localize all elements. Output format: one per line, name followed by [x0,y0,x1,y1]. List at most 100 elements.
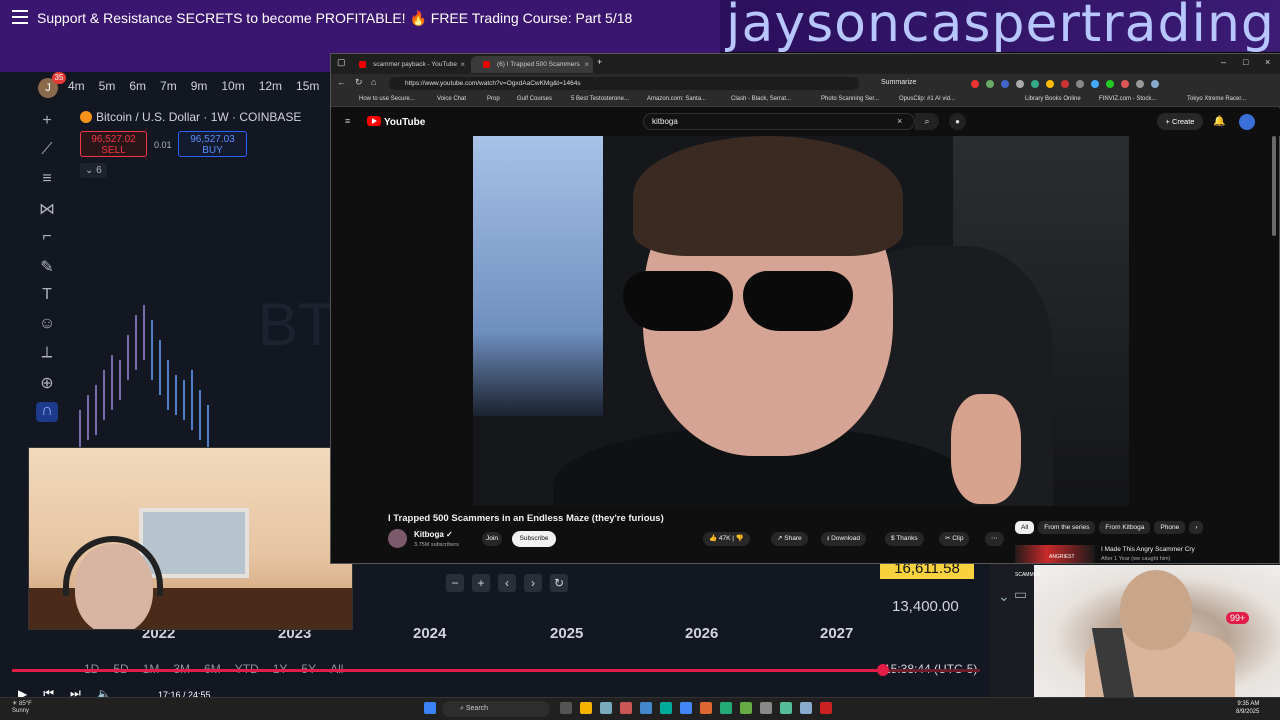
maximize-button[interactable]: □ [1243,57,1248,67]
home-icon[interactable]: ⌂ [371,77,376,87]
subscribe-button[interactable]: Subscribe [512,531,556,547]
close-icon[interactable]: × [460,60,465,69]
download-button[interactable]: ⭳ Download [821,532,867,546]
channel-avatar[interactable] [388,529,407,548]
chip-from-kitboga[interactable]: From Kitboga [1099,521,1151,534]
folder-icon[interactable]: ▭ [1014,586,1027,603]
extension-icon[interactable] [1136,80,1144,88]
fib-icon[interactable]: ≡ [36,170,58,190]
summarize-button[interactable]: Summarize [881,79,916,86]
task-view-icon[interactable] [560,702,572,714]
thumbs-down-icon[interactable]: 👎 [736,535,744,542]
page-scrollbar[interactable] [1272,136,1276,236]
extension-icon[interactable] [1016,80,1024,88]
extension-icon[interactable] [1001,80,1009,88]
menu-icon[interactable] [12,10,28,24]
system-clock[interactable]: 9:35 AM 8/9/2025 [1236,700,1259,716]
zoom-out-button[interactable]: − [446,574,464,592]
bookmark-item[interactable]: FINVIZ.com - Stock... [1099,96,1156,102]
timeframe-7m[interactable]: 7m [160,79,177,93]
like-button[interactable]: 👍 47K | 👎 [703,532,750,546]
back-icon[interactable]: ← [337,77,346,87]
extension-icon[interactable] [1061,80,1069,88]
menu-icon[interactable]: ≡ [345,116,350,126]
app-icon[interactable] [820,702,832,714]
zoom-icon[interactable]: ⊕ [36,373,58,393]
bookmark-item[interactable]: How to use Secure... [359,96,415,102]
bookmark-item[interactable]: Gulf Courses [517,96,552,102]
youtube-logo[interactable]: YouTube [367,116,425,128]
app-icon[interactable] [700,702,712,714]
bookmark-item[interactable]: Clash - Black, Serrat... [731,96,791,102]
projection-icon[interactable]: ⌐ [36,228,58,248]
chip-all[interactable]: All [1015,521,1035,534]
channel-name[interactable]: Kitboga ✓ [414,530,453,539]
bookmark-item[interactable]: Photo Scanning Ser... [821,96,879,102]
crosshair-icon[interactable]: + [36,112,58,132]
timeframe-4m[interactable]: 4m [68,79,85,93]
app-icon[interactable] [640,702,652,714]
window-menu-icon[interactable]: ▢ [337,57,346,68]
close-icon[interactable]: × [584,60,589,69]
sell-button[interactable]: 96,527.02 SELL [80,131,147,157]
file-explorer-icon[interactable] [580,702,592,714]
chevron-right-icon[interactable]: › [1189,521,1204,534]
clear-search-icon[interactable]: × [897,116,902,126]
edge-icon[interactable] [660,702,672,714]
account-avatar[interactable] [1239,114,1255,130]
url-field[interactable]: https://www.youtube.com/watch?v=OgxdAaCw… [389,77,859,90]
symbol-title[interactable]: Bitcoin / U.S. Dollar · 1W · COINBASE [80,110,301,124]
app-icon[interactable] [760,702,772,714]
bookmark-item[interactable]: 5 Best Testosterone... [571,96,629,102]
join-button[interactable]: Join [482,532,502,546]
bookmark-item[interactable]: Tokyo Xtreme Racer... [1187,96,1246,102]
reload-icon[interactable]: ↻ [355,77,363,88]
bookmark-item[interactable]: Prop [487,96,500,102]
extension-icon[interactable] [986,80,994,88]
timeframe-10m[interactable]: 10m [221,79,244,93]
bookmark-item[interactable]: OpusClip: #1 AI vid... [899,96,955,102]
app-icon[interactable] [800,702,812,714]
reset-chart-button[interactable]: ↻ [550,574,568,592]
related-video-thumbnail[interactable]: ANGRIEST SCAMMER [1015,545,1095,578]
new-tab-button[interactable]: + [597,57,602,67]
chip-from-series[interactable]: From the series [1038,521,1096,534]
clip-button[interactable]: ✂ Clip [939,532,970,546]
magnet-icon[interactable]: ∩ [36,402,58,422]
extension-icon[interactable] [1076,80,1084,88]
close-window-button[interactable]: × [1265,57,1270,67]
app-icon[interactable] [740,702,752,714]
scroll-left-button[interactable]: ‹ [498,574,516,592]
quantity-dropdown[interactable]: ⌄ 6 [80,163,107,178]
timeframe-15m[interactable]: 15m [296,79,319,93]
more-actions-button[interactable]: ⋯ [985,532,1004,546]
microphone-icon[interactable]: ● [949,113,966,130]
search-button[interactable]: ⌕ [915,113,939,130]
notifications-icon[interactable]: 🔔 [1213,116,1225,127]
bookmark-item[interactable]: Voice Chat [437,96,466,102]
extension-icon[interactable] [1091,80,1099,88]
tab-scammer-payback[interactable]: scammer payback - YouTube × [347,56,469,73]
extension-icon[interactable] [1121,80,1129,88]
tab-kitboga-video[interactable]: (6) I Trapped 500 Scammers × [471,56,593,73]
ruler-icon[interactable]: ⟂ [36,344,58,364]
trendline-icon[interactable]: ⟋ [36,141,58,161]
extension-icon[interactable] [971,80,979,88]
settings-icon[interactable] [600,702,612,714]
zoom-in-button[interactable]: + [472,574,490,592]
create-button[interactable]: + Create [1157,113,1203,130]
video-player[interactable] [473,136,1129,506]
emoji-icon[interactable]: ☺ [36,315,58,335]
thanks-button[interactable]: $ Thanks [885,532,924,546]
extension-icon[interactable] [1046,80,1054,88]
minimize-button[interactable]: – [1221,57,1226,67]
buy-button[interactable]: 96,527.03 BUY [178,131,247,157]
app-icon[interactable] [620,702,632,714]
share-button[interactable]: ↗ Share [771,532,808,546]
scroll-right-button[interactable]: › [524,574,542,592]
pattern-icon[interactable]: ⋈ [36,199,58,219]
brush-icon[interactable]: ✎ [36,257,58,277]
profile-icon[interactable] [1151,80,1159,88]
timeframe-5m[interactable]: 5m [99,79,116,93]
chrome-icon[interactable] [680,702,692,714]
